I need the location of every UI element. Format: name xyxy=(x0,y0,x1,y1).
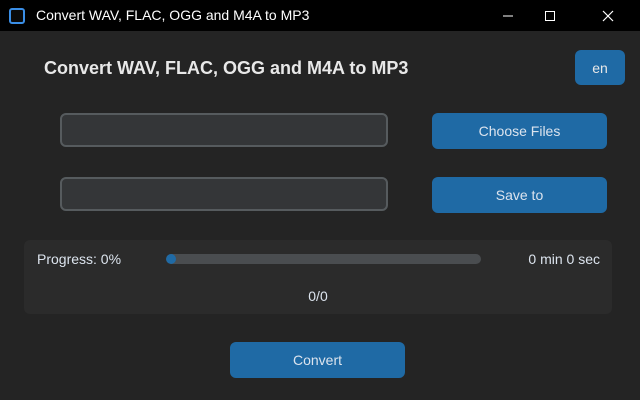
window-title: Convert WAV, FLAC, OGG and M4A to MP3 xyxy=(36,7,310,23)
choose-files-button[interactable]: Choose Files xyxy=(432,113,607,149)
progress-bar xyxy=(166,254,481,264)
convert-button[interactable]: Convert xyxy=(230,342,405,378)
files-path-input[interactable] xyxy=(60,113,388,147)
page-title: Convert WAV, FLAC, OGG and M4A to MP3 xyxy=(44,58,409,78)
progress-label: Progress: 0% xyxy=(37,251,122,267)
app-window: Convert WAV, FLAC, OGG and M4A to MP3 Co… xyxy=(0,0,640,400)
output-path-input[interactable] xyxy=(60,177,388,211)
close-button[interactable] xyxy=(585,0,631,31)
close-icon xyxy=(602,10,614,21)
progress-panel: Progress: 0% 0 min 0 sec 0/0 xyxy=(24,240,612,314)
maximize-icon xyxy=(545,10,555,21)
progress-fill xyxy=(166,254,176,264)
app-icon xyxy=(9,8,25,24)
maximize-button[interactable] xyxy=(527,0,573,31)
language-button[interactable]: en xyxy=(575,50,625,85)
save-to-button[interactable]: Save to xyxy=(432,177,607,213)
time-remaining-label: 0 min 0 sec xyxy=(528,251,600,267)
minimize-button[interactable] xyxy=(485,0,531,31)
file-count-label: 0/0 xyxy=(308,288,328,304)
title-bar[interactable]: Convert WAV, FLAC, OGG and M4A to MP3 xyxy=(0,0,640,31)
minimize-icon xyxy=(503,15,513,16)
